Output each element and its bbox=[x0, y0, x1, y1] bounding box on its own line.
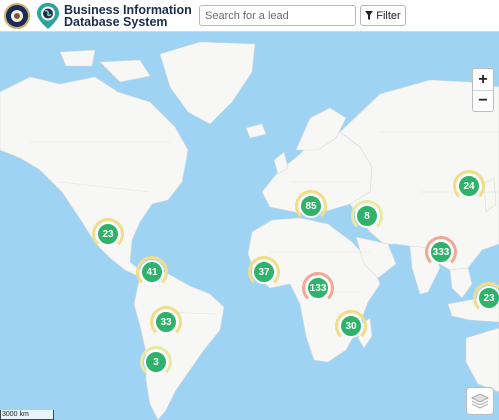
cluster-marker[interactable]: 85 bbox=[295, 190, 327, 222]
filter-button[interactable]: Filter bbox=[360, 5, 406, 26]
cluster-marker[interactable]: 133 bbox=[302, 272, 334, 304]
cluster-count: 24 bbox=[457, 174, 481, 198]
cluster-marker[interactable]: 30 bbox=[335, 310, 367, 342]
zoom-control: + − bbox=[472, 68, 494, 112]
search-input[interactable] bbox=[199, 5, 356, 26]
cluster-count: 8 bbox=[355, 204, 379, 228]
cluster-count: 23 bbox=[477, 286, 499, 310]
cluster-count: 30 bbox=[339, 314, 363, 338]
scale-bar: 3000 km bbox=[0, 410, 54, 420]
globe-pin-icon bbox=[37, 3, 59, 29]
funnel-icon bbox=[365, 11, 374, 20]
cluster-count: 33 bbox=[154, 310, 178, 334]
cluster-marker[interactable]: 33 bbox=[150, 306, 182, 338]
cluster-marker[interactable]: 23 bbox=[473, 282, 499, 314]
cluster-count: 85 bbox=[299, 194, 323, 218]
app-title: Business Information Database System bbox=[64, 4, 194, 29]
cluster-marker[interactable]: 333 bbox=[425, 236, 457, 268]
map-basemap bbox=[0, 32, 499, 420]
cluster-marker[interactable]: 3 bbox=[140, 346, 172, 378]
cluster-count: 133 bbox=[306, 276, 330, 300]
app-header: Business Information Database System Fil… bbox=[0, 0, 499, 32]
cluster-marker[interactable]: 8 bbox=[351, 200, 383, 232]
filter-label: Filter bbox=[376, 9, 401, 22]
cluster-marker[interactable]: 23 bbox=[92, 218, 124, 250]
cluster-marker[interactable]: 37 bbox=[248, 256, 280, 288]
world-map[interactable]: 23 41 33 3 85 8 24 37 133 30 333 23 + − 3000 km bbox=[0, 32, 499, 420]
seal-icon bbox=[4, 3, 30, 29]
cluster-count: 333 bbox=[429, 240, 453, 264]
zoom-in-button[interactable]: + bbox=[473, 69, 493, 90]
cluster-count: 41 bbox=[140, 260, 164, 284]
zoom-out-button[interactable]: − bbox=[473, 90, 493, 111]
cluster-count: 37 bbox=[252, 260, 276, 284]
cluster-marker[interactable]: 41 bbox=[136, 256, 168, 288]
app-title-line2: Database System bbox=[64, 15, 168, 29]
layers-icon bbox=[471, 393, 489, 409]
layers-button[interactable] bbox=[466, 387, 494, 415]
cluster-marker[interactable]: 24 bbox=[453, 170, 485, 202]
cluster-count: 23 bbox=[96, 222, 120, 246]
cluster-count: 3 bbox=[144, 350, 168, 374]
